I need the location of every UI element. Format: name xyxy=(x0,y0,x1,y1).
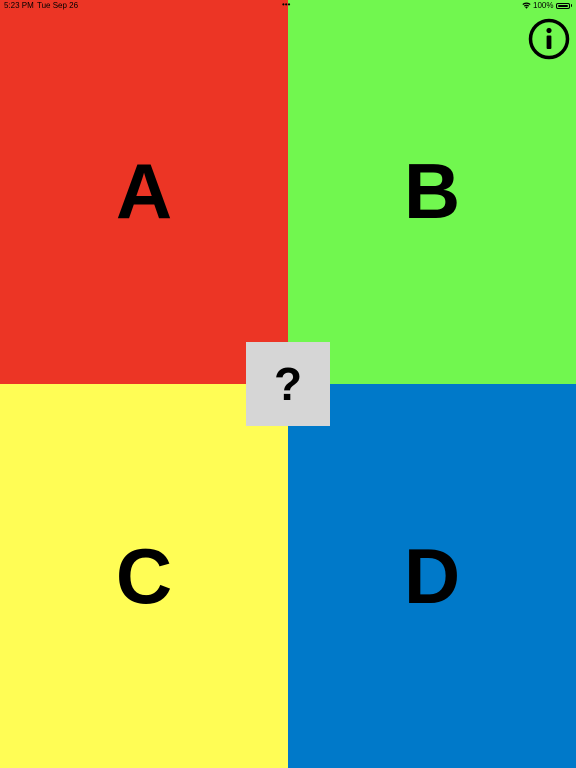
battery-fill xyxy=(557,4,568,7)
status-time: 5:23 PM xyxy=(4,1,34,10)
answer-d-letter: D xyxy=(403,532,461,620)
answer-c-tile[interactable]: C xyxy=(0,384,288,768)
wifi-icon xyxy=(522,2,531,9)
answer-a-tile[interactable]: A xyxy=(0,0,288,384)
help-question-mark: ? xyxy=(273,358,303,410)
battery-tip xyxy=(570,4,572,7)
status-date: Tue Sep 26 xyxy=(37,1,79,10)
status-right-group: 100% xyxy=(522,1,572,10)
battery-percentage: 100% xyxy=(533,1,554,10)
battery-body xyxy=(555,2,570,9)
help-button[interactable]: ? xyxy=(246,342,330,426)
info-button[interactable] xyxy=(528,18,570,60)
answer-b-letter: B xyxy=(403,147,461,235)
app-screen: A B C D 5:23 PM Tue Sep 26 ••• 100% ? xyxy=(0,0,576,768)
answer-a-letter: A xyxy=(115,147,173,235)
status-bar: 5:23 PM Tue Sep 26 ••• 100% xyxy=(0,0,576,12)
multitasking-dots[interactable]: ••• xyxy=(282,0,290,9)
answer-d-tile[interactable]: D xyxy=(288,384,576,768)
info-circle-icon xyxy=(528,18,570,60)
answer-c-letter: C xyxy=(115,532,173,620)
battery-icon xyxy=(555,2,572,9)
